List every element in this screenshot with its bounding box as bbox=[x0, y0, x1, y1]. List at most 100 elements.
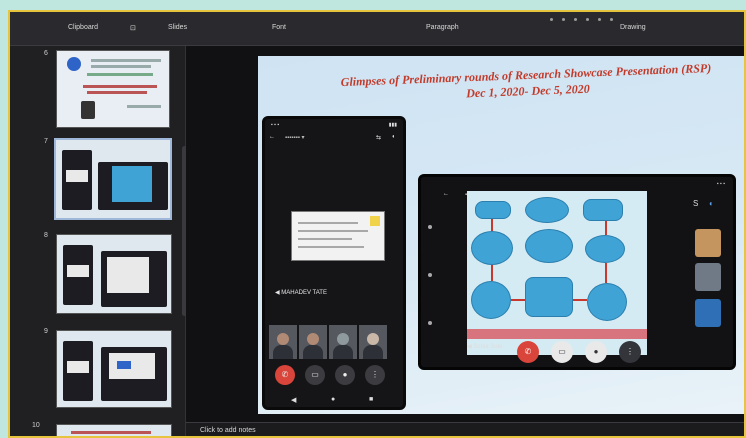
slide-number: 6 bbox=[44, 50, 48, 57]
highlight bbox=[370, 216, 380, 226]
participant-tile[interactable] bbox=[359, 325, 387, 359]
recents-icon[interactable]: ■ bbox=[369, 396, 373, 403]
person-icon[interactable]: ◐ bbox=[709, 199, 714, 208]
ribbon-group-drawing[interactable]: Drawing bbox=[620, 24, 646, 31]
shared-screen bbox=[67, 361, 89, 373]
home-icon[interactable] bbox=[428, 273, 432, 277]
participant-avatar[interactable] bbox=[695, 229, 721, 257]
ribbon-group-marker: ⊡ bbox=[130, 25, 136, 32]
text-line bbox=[87, 73, 153, 76]
nav-back-icon[interactable] bbox=[428, 225, 432, 229]
video-icon[interactable]: ▭ bbox=[551, 341, 573, 363]
mic-icon[interactable]: ● bbox=[585, 341, 607, 363]
photo bbox=[81, 101, 95, 119]
avatar-body bbox=[273, 345, 293, 359]
ribbon-dot bbox=[574, 18, 577, 21]
status-battery: ▮▮▮ bbox=[388, 122, 397, 128]
flow-node bbox=[471, 231, 513, 265]
text-line bbox=[298, 246, 364, 248]
current-slide[interactable]: Glimpses of Preliminary rounds of Resear… bbox=[258, 56, 744, 414]
shared-screen bbox=[109, 353, 155, 379]
slide-number: 10 bbox=[32, 422, 40, 429]
video-icon[interactable]: ▭ bbox=[305, 365, 325, 385]
mic-icon[interactable]: ● bbox=[335, 365, 355, 385]
text-line bbox=[71, 431, 151, 434]
back-arrow-icon[interactable]: ← bbox=[443, 191, 449, 197]
tablet-screenshot: ← ▪▪▪▪▪▪▪ ▾ ▪ ▪ ▪ bbox=[418, 174, 736, 370]
participant-sidebar: S ◐ bbox=[691, 199, 725, 363]
text-line bbox=[87, 91, 147, 94]
ribbon-group-clipboard[interactable]: Clipboard bbox=[68, 24, 98, 31]
flow-node bbox=[587, 283, 627, 321]
avatar bbox=[307, 333, 319, 345]
flow-arrow bbox=[491, 219, 493, 231]
text-line bbox=[298, 238, 352, 240]
flow-node bbox=[583, 199, 623, 221]
ribbon-group-font[interactable]: Font bbox=[272, 24, 286, 31]
avatar-body bbox=[333, 345, 353, 359]
avatar bbox=[367, 333, 379, 345]
shared-screen bbox=[66, 170, 88, 182]
share-icon[interactable]: S bbox=[693, 199, 698, 208]
hangup-icon[interactable]: ✆ bbox=[275, 365, 295, 385]
ribbon-group-slides[interactable]: Slides bbox=[168, 24, 187, 31]
flow-node bbox=[525, 197, 569, 223]
shared-screen bbox=[291, 211, 385, 261]
switch-camera-icon[interactable]: ⇆ bbox=[376, 134, 381, 141]
ribbon: Clipboard ⊡ Slides Font Paragraph Drawin… bbox=[10, 12, 744, 46]
status-time: ▪ ▪ ▪ bbox=[271, 122, 280, 128]
flow-arrow bbox=[511, 299, 525, 301]
text-line bbox=[298, 222, 358, 224]
slide-thumbnail-6[interactable] bbox=[56, 50, 170, 128]
slide-thumbnail-7[interactable] bbox=[54, 138, 172, 220]
flow-arrow bbox=[605, 263, 607, 283]
participant-strip bbox=[269, 325, 403, 359]
ribbon-dot bbox=[610, 18, 613, 21]
tablet-nav-bar bbox=[421, 177, 439, 367]
notes-pane[interactable]: Click to add notes bbox=[186, 422, 744, 436]
presentation-window: Clipboard ⊡ Slides Font Paragraph Drawin… bbox=[8, 10, 746, 438]
highlight-strip bbox=[467, 329, 647, 339]
nav-back-icon[interactable]: ◀ bbox=[291, 396, 296, 404]
participant-tile[interactable] bbox=[269, 325, 297, 359]
flow-node bbox=[585, 235, 625, 263]
hangup-icon[interactable]: ✆ bbox=[517, 341, 539, 363]
text-line bbox=[91, 59, 161, 62]
participant-avatar[interactable] bbox=[695, 263, 721, 291]
text-line bbox=[91, 65, 151, 68]
participant-tile[interactable] bbox=[329, 325, 357, 359]
flow-arrow bbox=[605, 221, 607, 235]
shared-screen bbox=[107, 257, 149, 293]
flow-arrow bbox=[573, 299, 587, 301]
ribbon-group-paragraph[interactable]: Paragraph bbox=[426, 24, 459, 31]
home-icon[interactable]: ● bbox=[331, 396, 335, 403]
ribbon-dot bbox=[586, 18, 589, 21]
meet-top-bar: ← ▪▪▪▪▪▪▪ ▾ ⇆ ◖ bbox=[265, 131, 403, 147]
more-vertical-icon[interactable]: ⋮ bbox=[365, 365, 385, 385]
presenter-name: ◀ MAHADEV TATE bbox=[275, 290, 327, 296]
back-arrow-icon[interactable]: ← bbox=[269, 134, 275, 140]
slide-thumbnail-10[interactable] bbox=[56, 424, 172, 436]
avatar bbox=[277, 333, 289, 345]
slide-number: 8 bbox=[44, 232, 48, 239]
slide-canvas[interactable]: Glimpses of Preliminary rounds of Resear… bbox=[186, 46, 744, 422]
phone-screenshot: ▪ ▪ ▪ ▮▮▮ ← ▪▪▪▪▪▪▪ ▾ ⇆ ◖ ◀ MAHADEV TATE bbox=[262, 116, 406, 410]
notes-placeholder[interactable]: Click to add notes bbox=[200, 427, 256, 434]
text-line bbox=[83, 85, 157, 88]
participant-tile[interactable] bbox=[299, 325, 327, 359]
avatar-body bbox=[363, 345, 383, 359]
speaker-icon[interactable]: ◖ bbox=[391, 134, 395, 140]
more-vertical-icon[interactable]: ⋮ bbox=[619, 341, 641, 363]
recents-icon[interactable] bbox=[428, 321, 432, 325]
meeting-code: ▪▪▪▪▪▪▪ ▾ bbox=[285, 135, 305, 141]
slide-thumbnail-pane[interactable]: 6 7 8 9 10 bbox=[10, 46, 187, 436]
participant-avatar[interactable] bbox=[695, 299, 721, 327]
flow-node bbox=[525, 277, 573, 317]
flow-arrow bbox=[491, 265, 493, 281]
status-icons: ▪ ▪ ▪ bbox=[716, 181, 725, 187]
slide-thumbnail-9[interactable] bbox=[56, 330, 172, 408]
ribbon-dot bbox=[598, 18, 601, 21]
slide-thumbnail-8[interactable] bbox=[56, 234, 172, 314]
avatar-body bbox=[303, 345, 323, 359]
presenter-name: ◀ Sonia Sule bbox=[467, 344, 503, 350]
